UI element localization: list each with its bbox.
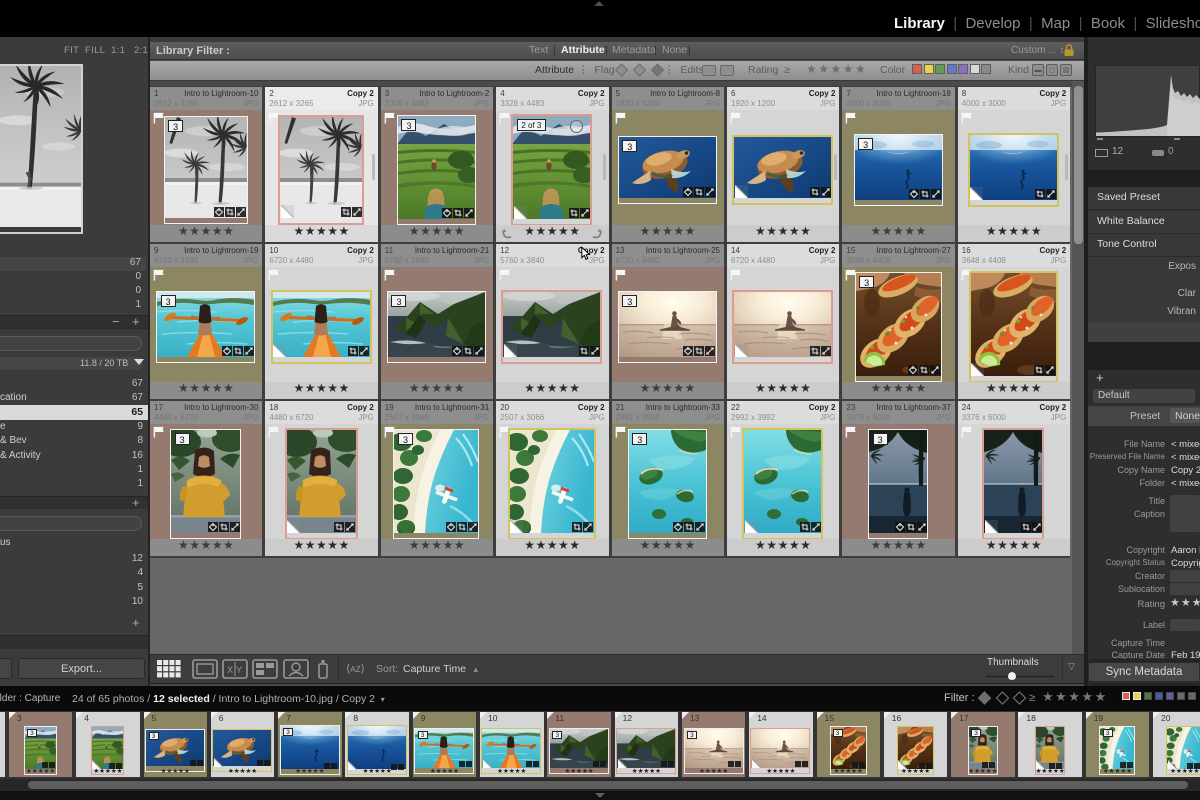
svg-text:Y: Y — [236, 665, 242, 675]
svg-text:X: X — [227, 665, 233, 675]
